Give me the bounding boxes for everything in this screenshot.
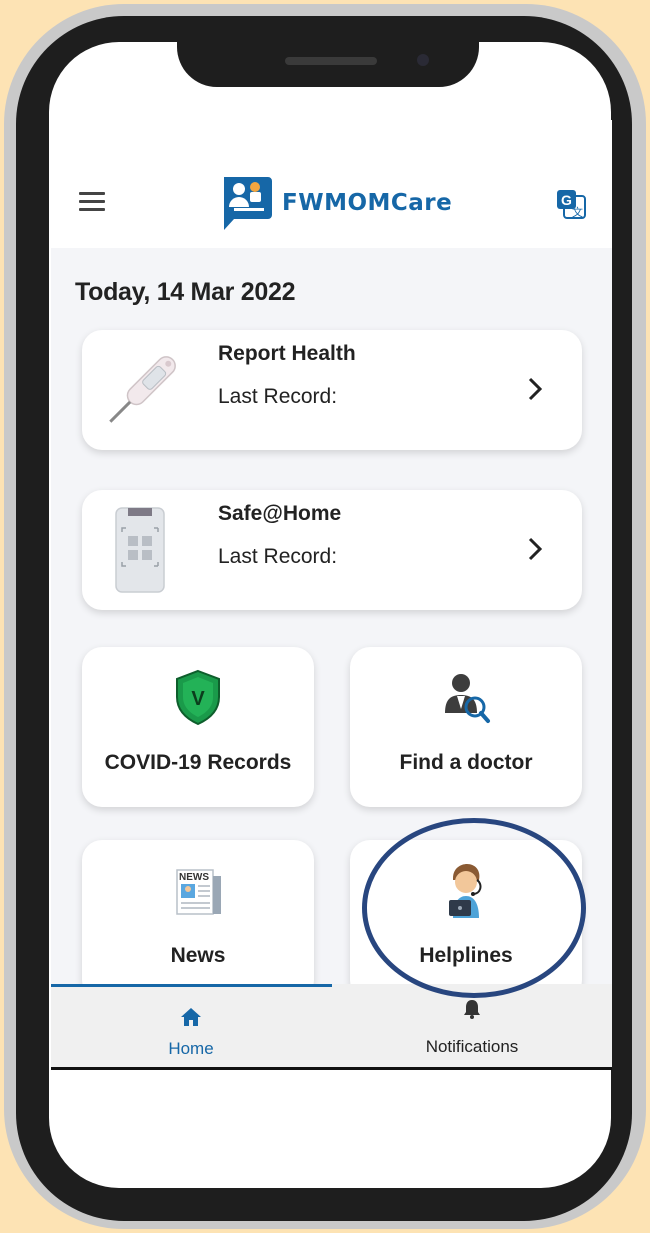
chevron-right-icon [528, 537, 543, 561]
chevron-right-icon [528, 377, 543, 401]
app-name: FWMOMCare [282, 190, 453, 216]
doctor-search-icon [445, 674, 490, 723]
svg-text:V: V [191, 688, 205, 710]
hamburger-menu-icon[interactable] [79, 192, 105, 212]
app-header: FWMOMCare G 文 [51, 120, 612, 248]
shield-v-icon: V [176, 669, 220, 725]
newspaper-icon: NEWS [176, 869, 221, 915]
report-health-card[interactable]: Report Health Last Record: [82, 330, 582, 450]
svg-text:文: 文 [572, 205, 583, 219]
app-logo-icon [224, 177, 272, 230]
svg-text:NEWS: NEWS [179, 872, 209, 883]
safe-home-device-icon [115, 507, 165, 593]
nav-notifications-label: Notifications [425, 1037, 519, 1056]
card-subtitle: Last Record: [218, 545, 338, 568]
translate-icon[interactable]: G 文 [555, 188, 587, 220]
date-title: Today, 14 Mar 2022 [75, 278, 296, 306]
tile-label: Find a doctor [399, 751, 533, 774]
nav-home-label: Home [168, 1039, 214, 1058]
speaker-grille [285, 57, 377, 65]
covid-records-tile[interactable]: V COVID-19 Records [82, 647, 314, 807]
news-tile[interactable]: NEWS News [82, 840, 314, 1000]
home-icon [181, 1008, 201, 1026]
bottom-navigation: Home Notifications [51, 984, 612, 1070]
tile-label: COVID-19 Records [104, 751, 292, 774]
tile-label: News [170, 944, 226, 967]
safe-home-card[interactable]: Safe@Home Last Record: [82, 490, 582, 610]
bell-icon [464, 1000, 480, 1019]
brand: FWMOMCare [220, 175, 452, 231]
card-subtitle: Last Record: [218, 385, 338, 408]
card-title: Safe@Home [218, 502, 342, 525]
phone-notch [177, 30, 479, 87]
find-doctor-tile[interactable]: Find a doctor [350, 647, 582, 807]
front-camera [417, 54, 429, 66]
nav-home[interactable]: Home [51, 984, 331, 1067]
svg-text:G: G [561, 192, 572, 208]
highlight-circle [362, 818, 586, 998]
thermometer-icon [109, 356, 176, 423]
card-title: Report Health [218, 342, 356, 365]
